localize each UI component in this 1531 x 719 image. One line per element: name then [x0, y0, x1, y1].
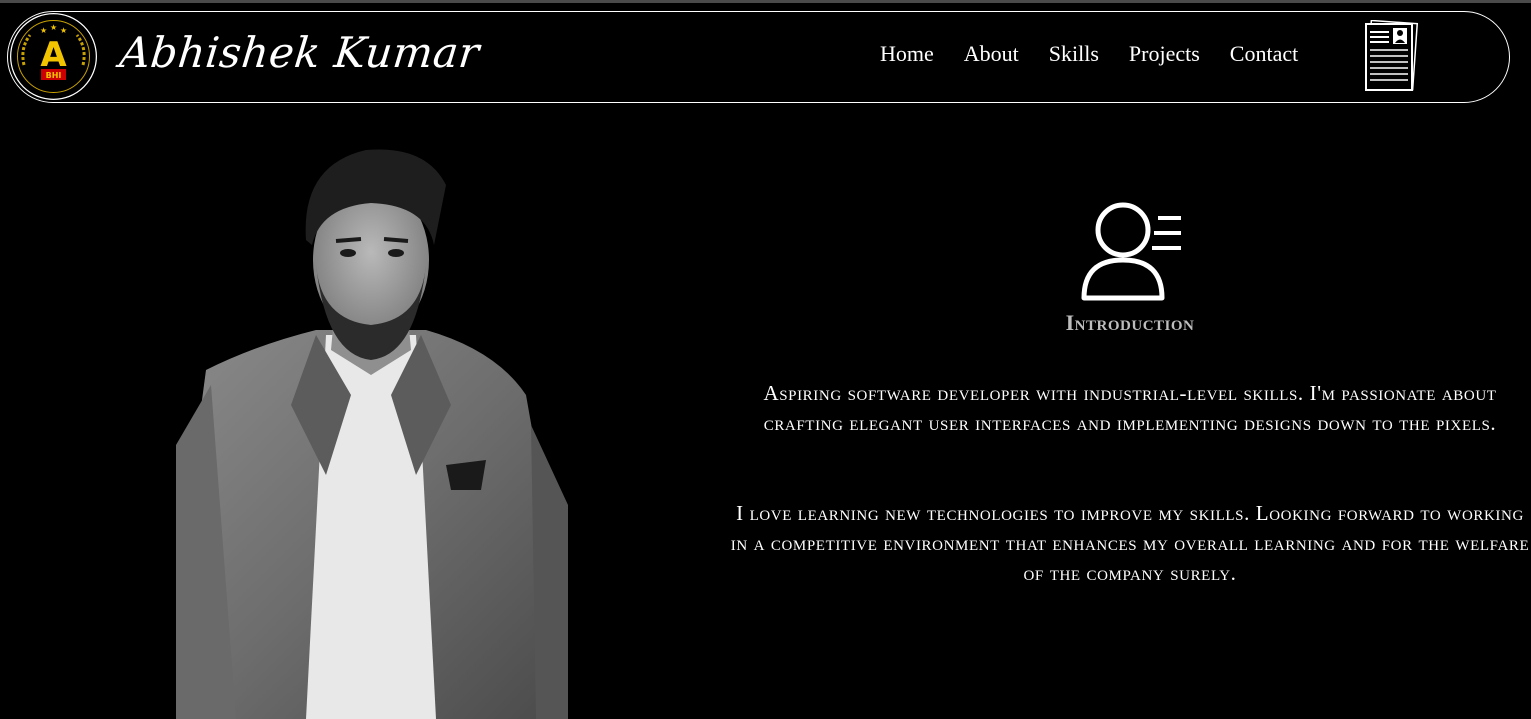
nav-link-home[interactable]: Home: [880, 41, 934, 67]
brand-name[interactable]: Abhishek Kumar: [117, 28, 482, 77]
svg-text:★: ★: [50, 23, 57, 32]
nav-link-skills[interactable]: Skills: [1049, 41, 1099, 67]
nav-link-about[interactable]: About: [964, 41, 1019, 67]
svg-text:BHI: BHI: [46, 71, 62, 80]
nav-link-contact[interactable]: Contact: [1230, 41, 1298, 67]
logo-emblem-icon: ★ ★ ★ A BHI: [10, 13, 97, 100]
intro-paragraph-2: I love learning new technologies to impr…: [730, 501, 1530, 585]
logo[interactable]: ★ ★ ★ A BHI: [10, 13, 97, 100]
profile-photo: [176, 149, 568, 719]
browser-top-edge: [0, 0, 1531, 3]
user-profile-icon: [1081, 202, 1181, 301]
introduction-heading: Introduction: [1065, 310, 1195, 335]
nav-link-projects[interactable]: Projects: [1129, 41, 1200, 67]
intro-paragraph-1: Aspiring software developer with industr…: [763, 381, 1497, 435]
svg-text:★: ★: [40, 26, 47, 35]
main-nav: Home About Skills Projects Contact: [880, 41, 1298, 67]
navbar: ★ ★ ★ A BHI Abhishek Kumar Home About Sk…: [7, 11, 1510, 103]
svg-text:★: ★: [60, 26, 67, 35]
resume-document-icon[interactable]: [1363, 20, 1419, 92]
